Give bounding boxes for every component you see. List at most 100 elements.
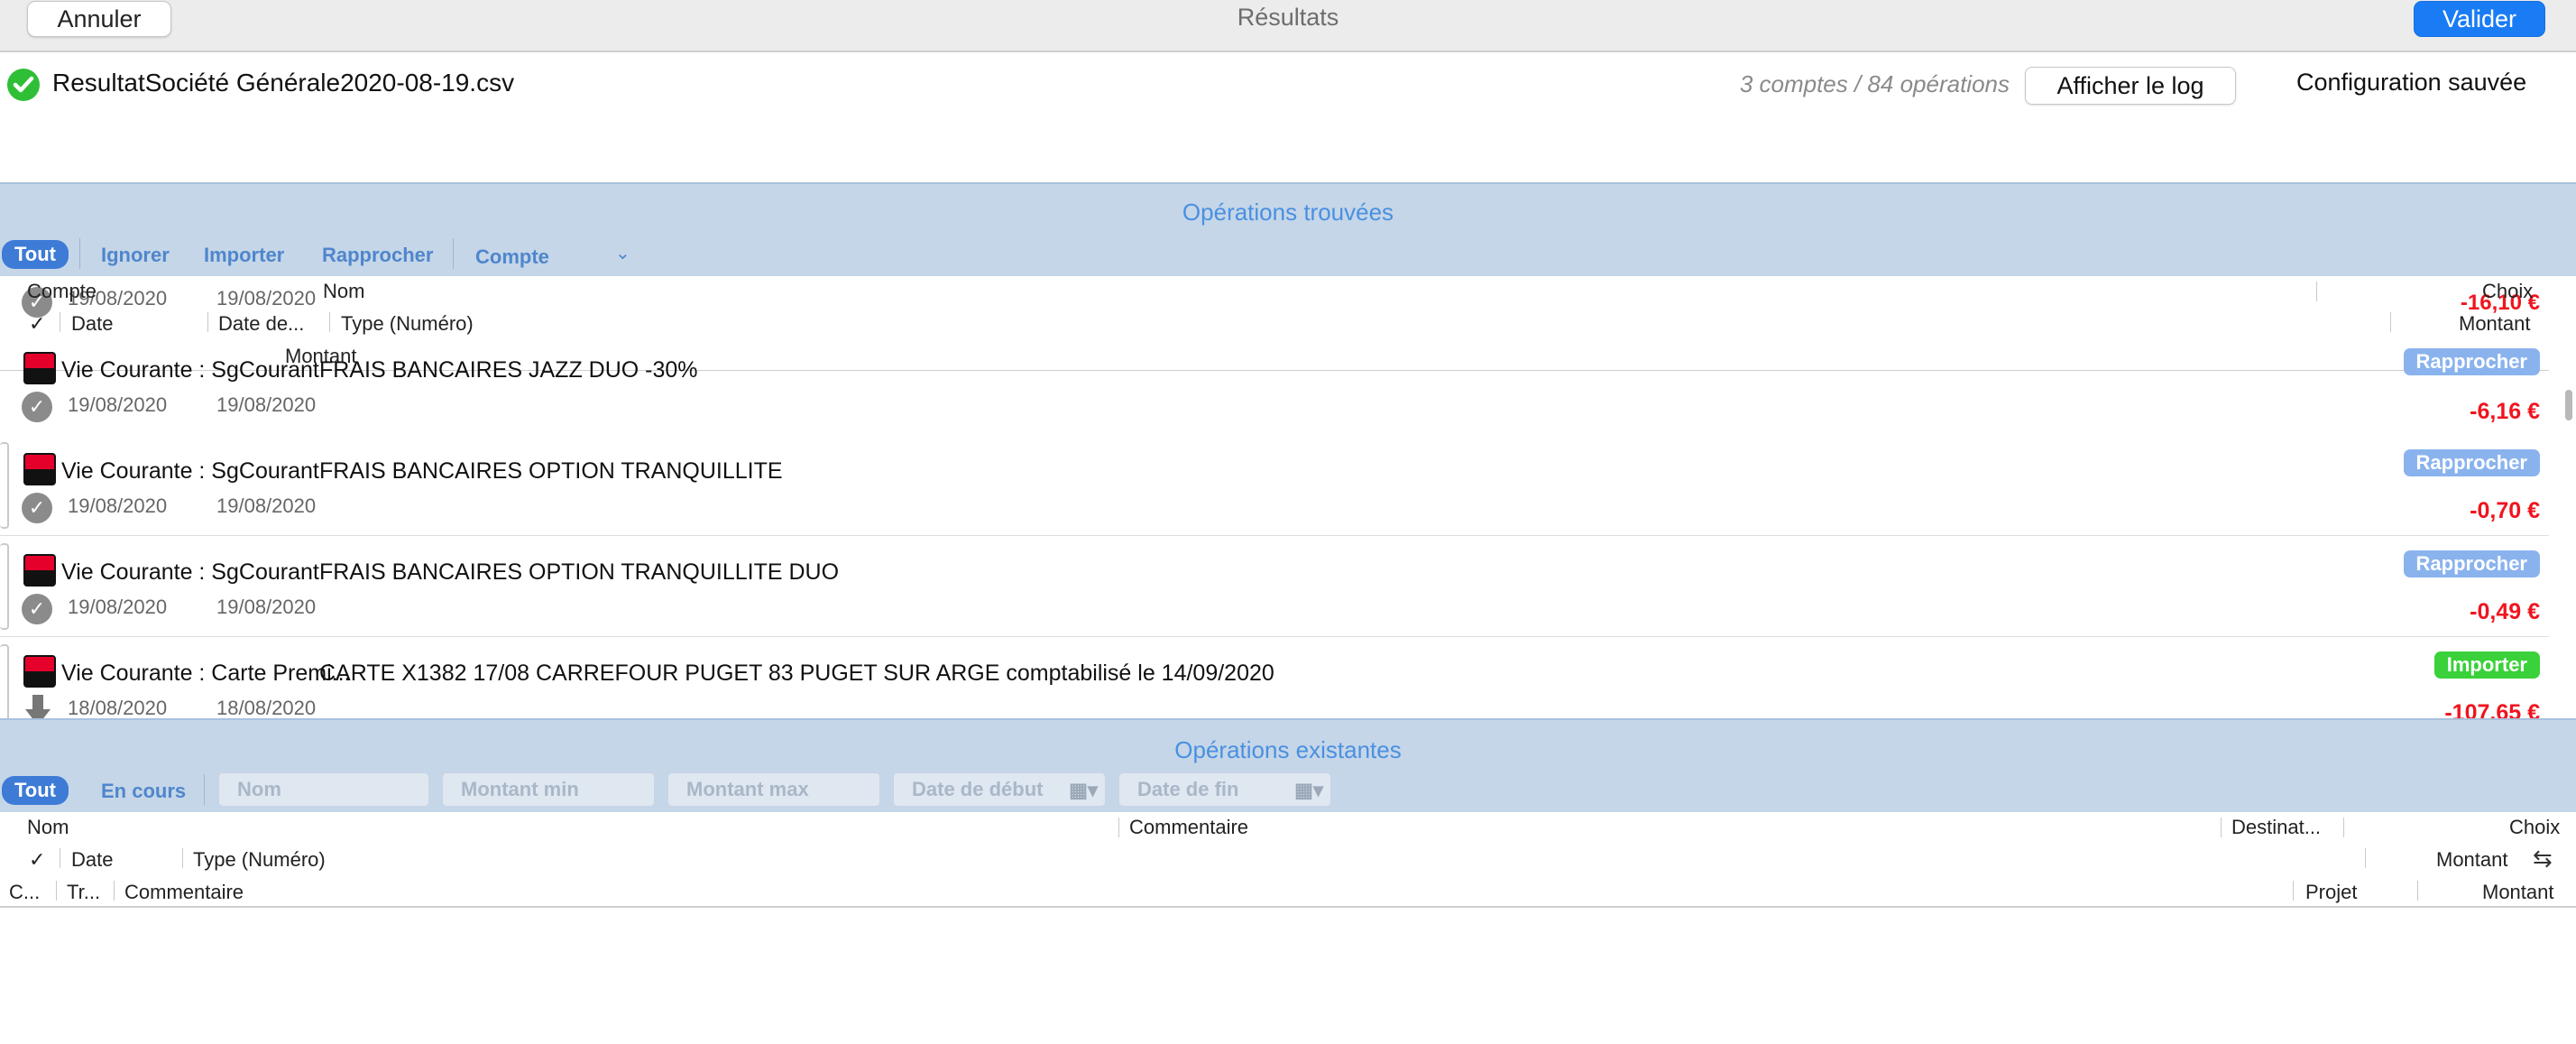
row-marker (0, 543, 9, 630)
min-amount-input[interactable]: Montant min (442, 772, 655, 807)
found-operations-table[interactable]: ✓ 19/08/2020 19/08/2020 -16,10 € Compte … (0, 276, 2576, 718)
col-header-transfer-short[interactable]: Tr... (67, 881, 100, 904)
calendar-icon[interactable]: ▦▾ (1069, 779, 1098, 802)
col-header-date[interactable]: Date (71, 848, 113, 872)
filter-ignore[interactable]: Ignorer (101, 244, 170, 267)
row-name: FRAIS BANCAIRES OPTION TRANQUILLITE DUO (319, 559, 840, 585)
row-date-value: 19/08/2020 (216, 393, 317, 416)
reconcile-badge[interactable]: Rapprocher (2403, 449, 2540, 476)
separator (204, 774, 205, 805)
row-marker (0, 644, 9, 718)
col-header-comment[interactable]: Commentaire (1129, 816, 1248, 839)
import-counts: 3 comptes / 84 opérations (1739, 70, 2010, 97)
end-date-input[interactable]: Date de fin ▦▾ (1118, 772, 1331, 807)
col-header-project[interactable]: Projet (2305, 881, 2357, 904)
row-amount: -0,49 € (2470, 599, 2540, 624)
swap-arrows-icon[interactable]: ⇆ (2533, 845, 2553, 873)
row-account: Vie Courante : SgCourant (61, 357, 319, 383)
col-header-choice[interactable]: Choix (2509, 816, 2560, 839)
col-header-amount[interactable]: Montant (2436, 848, 2508, 872)
col-header-choice[interactable]: Choix (2482, 280, 2533, 303)
separator (79, 238, 80, 269)
validate-button[interactable]: Valider (2414, 1, 2545, 37)
success-check-icon (7, 69, 40, 101)
table-row[interactable]: Vie Courante : SgCourant FRAIS BANCAIRES… (0, 341, 2549, 442)
row-date-value: 19/08/2020 (216, 596, 317, 618)
column-separator (207, 312, 208, 332)
row-date-value: 19/08/2020 (216, 287, 317, 310)
table-row[interactable]: Vie Courante : Carte Premi... CARTE X138… (0, 637, 2549, 718)
col-header-amount[interactable]: Montant (2482, 881, 2554, 904)
checked-icon[interactable]: ✓ (22, 392, 52, 422)
col-header-check[interactable]: ✓ (29, 312, 45, 336)
row-amount: -6,16 € (2470, 399, 2540, 424)
filter-reconcile[interactable]: Rapprocher (322, 244, 433, 267)
col-header-destination[interactable]: Destinat... (2231, 816, 2321, 839)
col-header-name[interactable]: Nom (323, 280, 364, 303)
row-account: Vie Courante : SgCourant (61, 458, 319, 484)
column-separator (56, 881, 57, 901)
found-operations-title: Opérations trouvées (1182, 199, 1394, 226)
column-separator (2365, 848, 2366, 868)
column-separator (2343, 818, 2344, 837)
col-header-comment[interactable]: Commentaire (124, 881, 244, 904)
row-date: 19/08/2020 (68, 494, 168, 517)
config-status: Configuration sauvée (2296, 69, 2527, 96)
row-amount: -0,70 € (2470, 498, 2540, 523)
col-header-type[interactable]: Type (Numéro) (341, 312, 474, 336)
checked-icon[interactable]: ✓ (22, 493, 52, 523)
filter-all[interactable]: Tout (2, 240, 69, 269)
existing-operations-title: Opérations existantes (1174, 736, 1402, 763)
column-separator (2221, 818, 2222, 837)
col-header-date[interactable]: Date (71, 312, 113, 336)
reconcile-badge[interactable]: Rapprocher (2403, 550, 2540, 577)
calendar-icon[interactable]: ▦▾ (1294, 779, 1323, 802)
table-row[interactable]: Vie Courante : SgCourant FRAIS BANCAIRES… (0, 536, 2549, 637)
window-title: Résultats (1237, 4, 1339, 31)
row-account: Vie Courante : Carte Premi... (61, 661, 351, 686)
column-separator (1118, 818, 1119, 837)
filter-all[interactable]: Tout (2, 776, 69, 805)
bank-logo-icon (23, 453, 56, 485)
col-header-type[interactable]: Type (Numéro) (193, 848, 326, 872)
bank-logo-icon (23, 554, 56, 587)
filter-pending[interactable]: En cours (101, 780, 186, 803)
start-date-input[interactable]: Date de début ▦▾ (893, 772, 1106, 807)
row-date-value: 19/08/2020 (216, 494, 317, 517)
row-name: FRAIS BANCAIRES OPTION TRANQUILLITE (319, 458, 783, 484)
title-bar: Annuler Résultats Valider (0, 0, 2576, 52)
end-date-placeholder: Date de fin (1137, 778, 1239, 800)
col-header-check[interactable]: ✓ (29, 848, 45, 872)
checked-icon[interactable]: ✓ (22, 594, 52, 624)
reconcile-badge[interactable]: Rapprocher (2403, 348, 2540, 375)
column-separator (2417, 881, 2418, 901)
filter-import[interactable]: Importer (204, 244, 284, 267)
col-header-amount[interactable]: Montant (2459, 312, 2531, 336)
row-date: 19/08/2020 (68, 596, 168, 618)
row-date: 19/08/2020 (68, 393, 168, 416)
import-badge[interactable]: Importer (2433, 651, 2540, 679)
existing-operations-header: Opérations existantes Tout En cours Nom … (0, 718, 2576, 812)
row-date-value: 18/08/2020 (216, 697, 317, 718)
found-operations-header: Opérations trouvées Tout Ignorer Importe… (0, 182, 2576, 276)
name-filter-input[interactable]: Nom (218, 772, 429, 807)
account-dropdown[interactable]: Compte (475, 245, 549, 269)
max-amount-input[interactable]: Montant max (667, 772, 880, 807)
col-header-account-short[interactable]: C... (9, 881, 40, 904)
bank-logo-icon (23, 655, 56, 688)
arrow-down-icon (25, 709, 51, 718)
chevron-down-icon[interactable]: ⌄ (615, 242, 630, 264)
column-separator (329, 312, 330, 332)
row-date: 18/08/2020 (68, 697, 168, 718)
scrollbar[interactable] (2565, 390, 2572, 420)
row-name: CARTE X1382 17/08 CARREFOUR PUGET 83 PUG… (319, 661, 1274, 686)
row-account: Vie Courante : SgCourant (61, 559, 319, 585)
column-separator (2293, 881, 2294, 901)
col-header-value-date[interactable]: Date de... (218, 312, 304, 336)
col-header-name[interactable]: Nom (27, 816, 69, 839)
column-separator (114, 881, 115, 901)
table-row[interactable]: Vie Courante : SgCourant FRAIS BANCAIRES… (0, 435, 2549, 536)
col-header-account[interactable]: Compte (27, 280, 97, 303)
row-name: FRAIS BANCAIRES JAZZ DUO -30% (319, 357, 698, 383)
show-log-button[interactable]: Afficher le log (2025, 67, 2236, 105)
